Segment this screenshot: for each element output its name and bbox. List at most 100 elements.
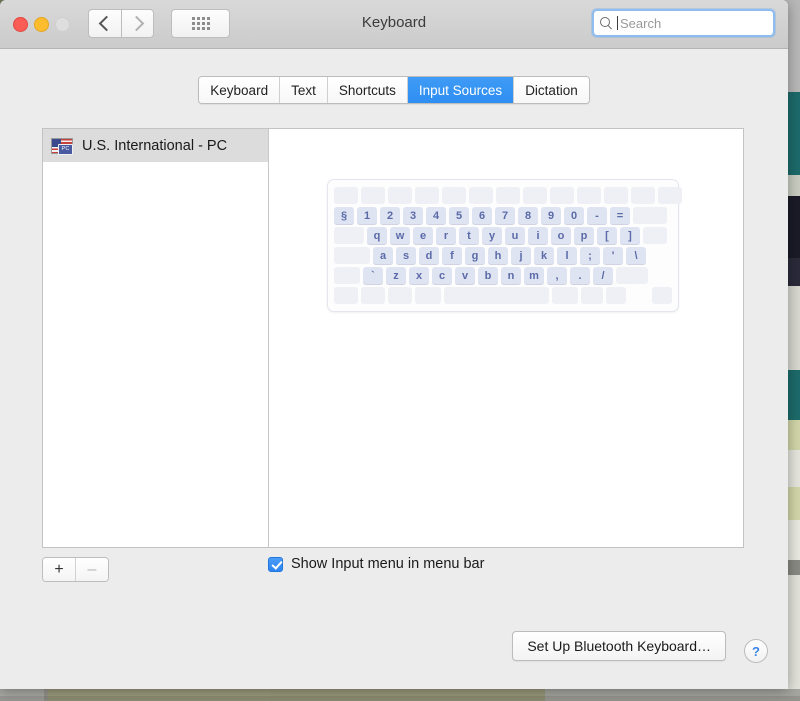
key--[interactable]: - (587, 207, 607, 224)
key-l[interactable]: l (557, 247, 577, 264)
key-inactive (550, 187, 574, 204)
key-a[interactable]: a (373, 247, 393, 264)
key-f[interactable]: f (442, 247, 462, 264)
key-e[interactable]: e (413, 227, 433, 244)
key-][interactable]: ] (620, 227, 640, 244)
key-9[interactable]: 9 (541, 207, 561, 224)
search-field[interactable] (592, 9, 775, 37)
key-inactive (442, 187, 466, 204)
key-w[interactable]: w (390, 227, 410, 244)
tab-bar: Keyboard Text Shortcuts Input Sources Dictat… (0, 76, 788, 104)
window-titlebar: Keyboard (0, 0, 788, 49)
key-inactive (577, 187, 601, 204)
list-item[interactable]: PC U.S. International - PC (43, 129, 268, 162)
key-inactive (652, 287, 672, 304)
set-up-bluetooth-keyboard-button[interactable]: Set Up Bluetooth Keyboard… (512, 631, 726, 661)
key-inactive (552, 287, 578, 304)
search-input[interactable] (620, 15, 760, 31)
key-2[interactable]: 2 (380, 207, 400, 224)
forward-button[interactable] (121, 9, 154, 38)
add-input-source-button[interactable]: + (43, 558, 76, 581)
close-window-button[interactable] (13, 17, 28, 32)
key-y[interactable]: y (482, 227, 502, 244)
key-inactive (633, 207, 667, 224)
remove-input-source-button[interactable]: – (76, 558, 108, 581)
key-4[interactable]: 4 (426, 207, 446, 224)
key-v[interactable]: v (455, 267, 475, 284)
key-inactive (444, 287, 549, 304)
key-;[interactable]: ; (580, 247, 600, 264)
grid-icon (191, 17, 210, 30)
key-.[interactable]: . (570, 267, 590, 284)
key-5[interactable]: 5 (449, 207, 469, 224)
show-input-menu-checkbox[interactable] (268, 556, 283, 572)
key-q[interactable]: q (367, 227, 387, 244)
key-c[interactable]: c (432, 267, 452, 284)
key-u[interactable]: u (505, 227, 525, 244)
key-m[interactable]: m (524, 267, 544, 284)
input-source-list[interactable]: PC U.S. International - PC (43, 129, 269, 547)
key-x[interactable]: x (409, 267, 429, 284)
modifier-row (334, 287, 672, 304)
qwerty-row: q w e r t y u i o p[] (334, 227, 672, 244)
key-n[interactable]: n (501, 267, 521, 284)
key-g[interactable]: g (465, 247, 485, 264)
key-o[interactable]: o (551, 227, 571, 244)
key-j[interactable]: j (511, 247, 531, 264)
key-t[interactable]: t (459, 227, 479, 244)
key-inactive (334, 227, 364, 244)
zoom-window-button[interactable] (55, 17, 70, 32)
key-/[interactable]: / (593, 267, 613, 284)
forward-chevron-icon (128, 15, 144, 32)
number-row: § 1 2 3 4 5 6 7 8 9 0- = (334, 207, 672, 224)
home-row: a s d f g h j k l; ' \ (334, 247, 672, 264)
key-0[interactable]: 0 (564, 207, 584, 224)
key-k[interactable]: k (534, 247, 554, 264)
key-inactive (415, 187, 439, 204)
tab-text[interactable]: Text (280, 77, 328, 103)
tab-keyboard[interactable]: Keyboard (199, 77, 281, 103)
key-'[interactable]: ' (603, 247, 623, 264)
list-controls: + – (42, 557, 109, 582)
keyboard-preview: § 1 2 3 4 5 6 7 8 9 0- = q w e r t y u i o p[] a s d f g h j k l; ' \ ` z x… (269, 129, 743, 547)
key-p[interactable]: p (574, 227, 594, 244)
key-,[interactable]: , (547, 267, 567, 284)
key-z[interactable]: z (386, 267, 406, 284)
key-3[interactable]: 3 (403, 207, 423, 224)
help-button[interactable]: ? (744, 639, 768, 663)
key-\[interactable]: \ (626, 247, 646, 264)
key-[[interactable]: [ (597, 227, 617, 244)
function-row (334, 187, 682, 204)
tab-dictation[interactable]: Dictation (514, 77, 589, 103)
show-all-preferences-button[interactable] (171, 9, 230, 38)
tab-input-sources[interactable]: Input Sources (407, 77, 515, 103)
key-=[interactable]: = (610, 207, 630, 224)
key-d[interactable]: d (419, 247, 439, 264)
key-7[interactable]: 7 (495, 207, 515, 224)
key-i[interactable]: i (528, 227, 548, 244)
key-b[interactable]: b (478, 267, 498, 284)
key-inactive (415, 287, 441, 304)
key-§[interactable]: § (334, 207, 354, 224)
key-inactive (334, 287, 358, 304)
key-8[interactable]: 8 (518, 207, 538, 224)
back-button[interactable] (88, 9, 121, 38)
key-r[interactable]: r (436, 227, 456, 244)
show-input-menu-row[interactable]: Show Input menu in menu bar (268, 556, 484, 572)
key-inactive (616, 267, 648, 284)
key-h[interactable]: h (488, 247, 508, 264)
key-`[interactable]: ` (363, 267, 383, 284)
desktop-background-shadow (0, 696, 800, 701)
key-inactive (361, 287, 385, 304)
key-1[interactable]: 1 (357, 207, 377, 224)
key-s[interactable]: s (396, 247, 416, 264)
tab-shortcuts[interactable]: Shortcuts (327, 77, 408, 103)
key-inactive (658, 187, 682, 204)
key-inactive (643, 227, 667, 244)
minimize-window-button[interactable] (34, 17, 49, 32)
key-6[interactable]: 6 (472, 207, 492, 224)
keyboard-preferences-window: Keyboard KeyboardTextShortcutsInput Sour… (0, 0, 788, 689)
back-chevron-icon (98, 15, 115, 32)
key-inactive (631, 187, 655, 204)
search-icon (600, 16, 613, 30)
